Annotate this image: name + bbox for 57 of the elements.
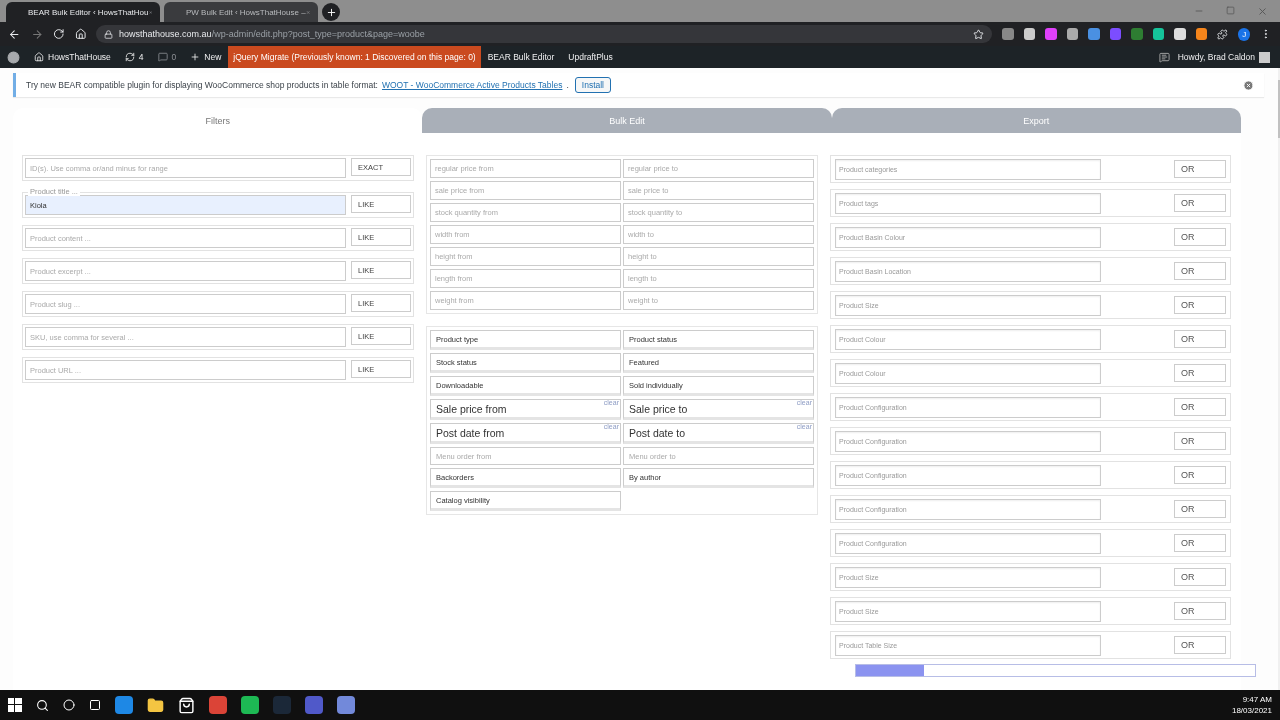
home-icon (34, 52, 44, 62)
jquery-migrate-alert[interactable]: jQuery Migrate (Previously known: 1 Discovered on this page: 0) (228, 46, 481, 68)
logic-select[interactable]: OR (1174, 398, 1226, 416)
logic-select[interactable]: OR (1174, 330, 1226, 348)
comment-icon (157, 52, 168, 62)
new-link[interactable]: New (183, 46, 229, 68)
task-view-icon[interactable] (89, 699, 101, 711)
avatar (1259, 51, 1270, 63)
install-button[interactable]: Install (574, 77, 611, 93)
windows-icon[interactable] (8, 698, 22, 712)
address-bar[interactable]: howsthathouse.com.au/wp-admin/edit.php?post_type=product&page=woobe (96, 25, 993, 43)
logic-select[interactable]: OR (1174, 636, 1226, 654)
notice-text: Try new BEAR compatible plugin for displaying WooCommerce shop products in table format: (26, 80, 378, 90)
home-icon[interactable] (74, 28, 87, 40)
updates-link[interactable]: 4 (117, 46, 151, 68)
url-domain: howsthathouse.com.au (119, 29, 212, 39)
logic-select[interactable]: OR (1174, 534, 1226, 552)
new-tab-button[interactable] (322, 3, 340, 21)
forward-icon[interactable] (30, 27, 43, 41)
cortana-icon[interactable] (63, 699, 75, 711)
logic-select[interactable]: OR (1174, 262, 1226, 280)
folder-icon[interactable] (147, 696, 164, 714)
comments-link[interactable]: 0 (150, 46, 184, 68)
logic-select[interactable]: OR (1174, 432, 1226, 450)
back-icon[interactable] (8, 27, 21, 41)
logic-select[interactable]: OR (1174, 160, 1226, 178)
plus-icon (325, 6, 337, 18)
plugin-link[interactable]: WOOT - WooCommerce Active Products Tables (381, 80, 563, 90)
logic-select[interactable]: OR (1174, 228, 1226, 246)
logic-select[interactable]: OR (1174, 296, 1226, 314)
logic-select[interactable]: OR (1174, 364, 1226, 382)
logic-select[interactable]: OR (1174, 466, 1226, 484)
site-link[interactable]: HowsThatHouse (27, 46, 118, 68)
clock-time: 9:47 AM (1242, 695, 1272, 704)
profile-button[interactable]: J (1237, 27, 1251, 41)
search-icon[interactable] (36, 698, 49, 712)
logic-select[interactable]: OR (1174, 500, 1226, 518)
logic-select[interactable]: OR (1174, 602, 1226, 620)
refresh-icon (124, 52, 135, 62)
notification-icon[interactable] (1158, 51, 1170, 63)
notice-text: . (566, 80, 569, 90)
store-icon[interactable] (178, 696, 195, 714)
logic-select[interactable]: OR (1174, 568, 1226, 586)
greeting[interactable]: Howdy, Brad Caldon (1177, 52, 1255, 62)
logic-select[interactable]: OR (1174, 194, 1226, 212)
browser-tab[interactable]: BEAR Bulk Editor ‹ HowsThatHou (6, 2, 160, 22)
clock-date: 18/03/2021 (1231, 706, 1272, 715)
plus-icon (190, 52, 201, 62)
lock-icon (104, 29, 114, 39)
admin-menu-item[interactable]: UpdraftPlus (561, 46, 620, 68)
url-path: /wp-admin/edit.php?post_type=product&page=woobe (211, 29, 425, 39)
admin-menu-item[interactable]: BEAR Bulk Editor (480, 46, 562, 68)
reload-icon[interactable] (53, 28, 65, 40)
star-icon[interactable] (973, 28, 985, 40)
dismiss-icon[interactable] (1243, 79, 1254, 91)
puzzle-icon[interactable] (1217, 28, 1228, 40)
browser-tab[interactable]: PW Bulk Edit ‹ HowsThatHouse – (164, 2, 318, 22)
